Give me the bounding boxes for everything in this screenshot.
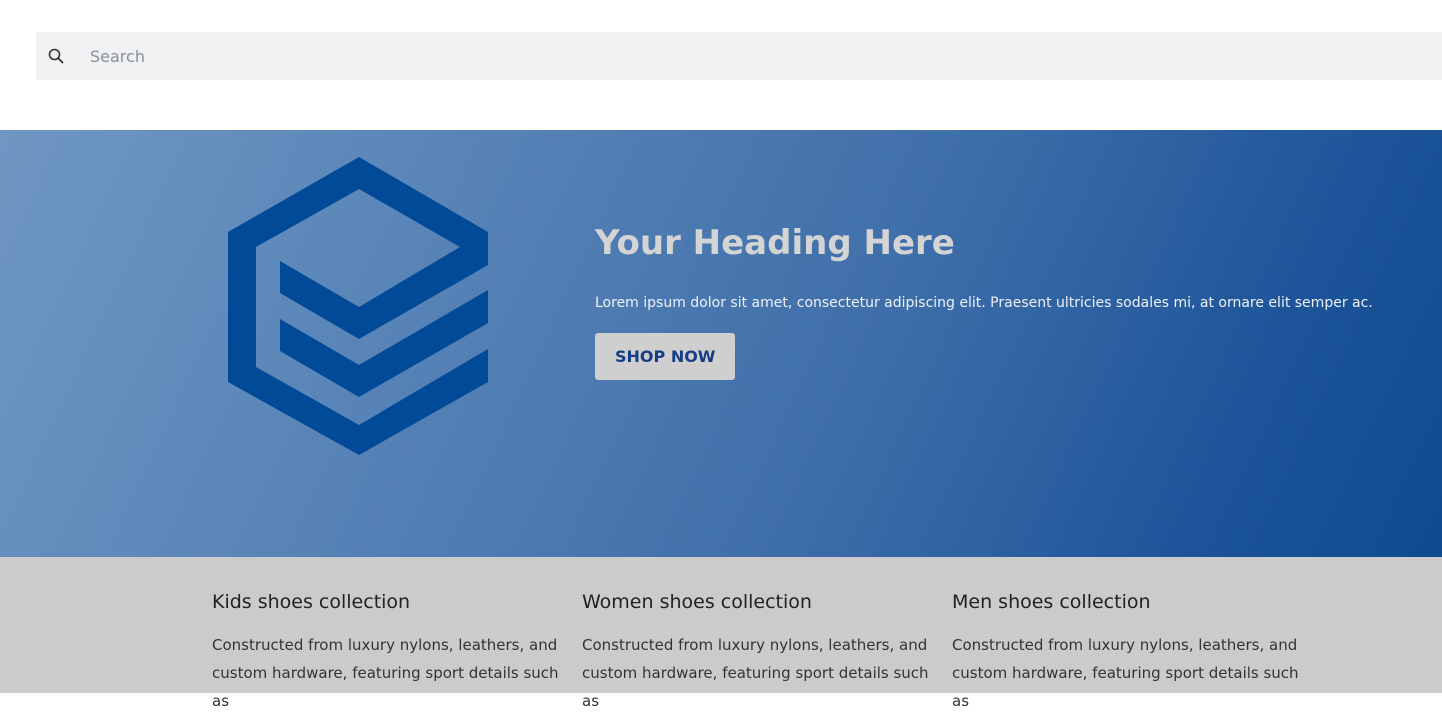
hero-heading: Your Heading Here xyxy=(595,223,955,263)
collection-women: Women shoes collection Constructed from … xyxy=(582,591,932,715)
collections-section: Kids shoes collection Constructed from l… xyxy=(0,557,1442,710)
search-icon[interactable] xyxy=(38,48,74,64)
collection-description: Constructed from luxury nylons, leathers… xyxy=(212,636,559,710)
header-area xyxy=(0,0,1442,130)
collection-title: Women shoes collection xyxy=(582,591,812,613)
collection-men: Men shoes collection Constructed from lu… xyxy=(952,591,1302,715)
collection-description: Constructed from luxury nylons, leathers… xyxy=(952,636,1299,710)
search-input[interactable] xyxy=(88,45,1392,67)
shop-now-button[interactable]: SHOP NOW xyxy=(595,333,736,380)
hero-content: Your Heading Here Lorem ipsum dolor sit … xyxy=(595,223,1373,380)
hero-description: Lorem ipsum dolor sit amet, consectetur … xyxy=(595,295,1373,311)
collection-title: Kids shoes collection xyxy=(212,591,411,613)
hero-banner: Your Heading Here Lorem ipsum dolor sit … xyxy=(0,130,1442,557)
search-bar[interactable] xyxy=(36,32,1442,80)
hexagon-logo-icon xyxy=(228,157,490,462)
collection-description: Constructed from luxury nylons, leathers… xyxy=(582,636,929,710)
collection-title: Men shoes collection xyxy=(952,591,1151,613)
collection-kids: Kids shoes collection Constructed from l… xyxy=(212,591,562,715)
